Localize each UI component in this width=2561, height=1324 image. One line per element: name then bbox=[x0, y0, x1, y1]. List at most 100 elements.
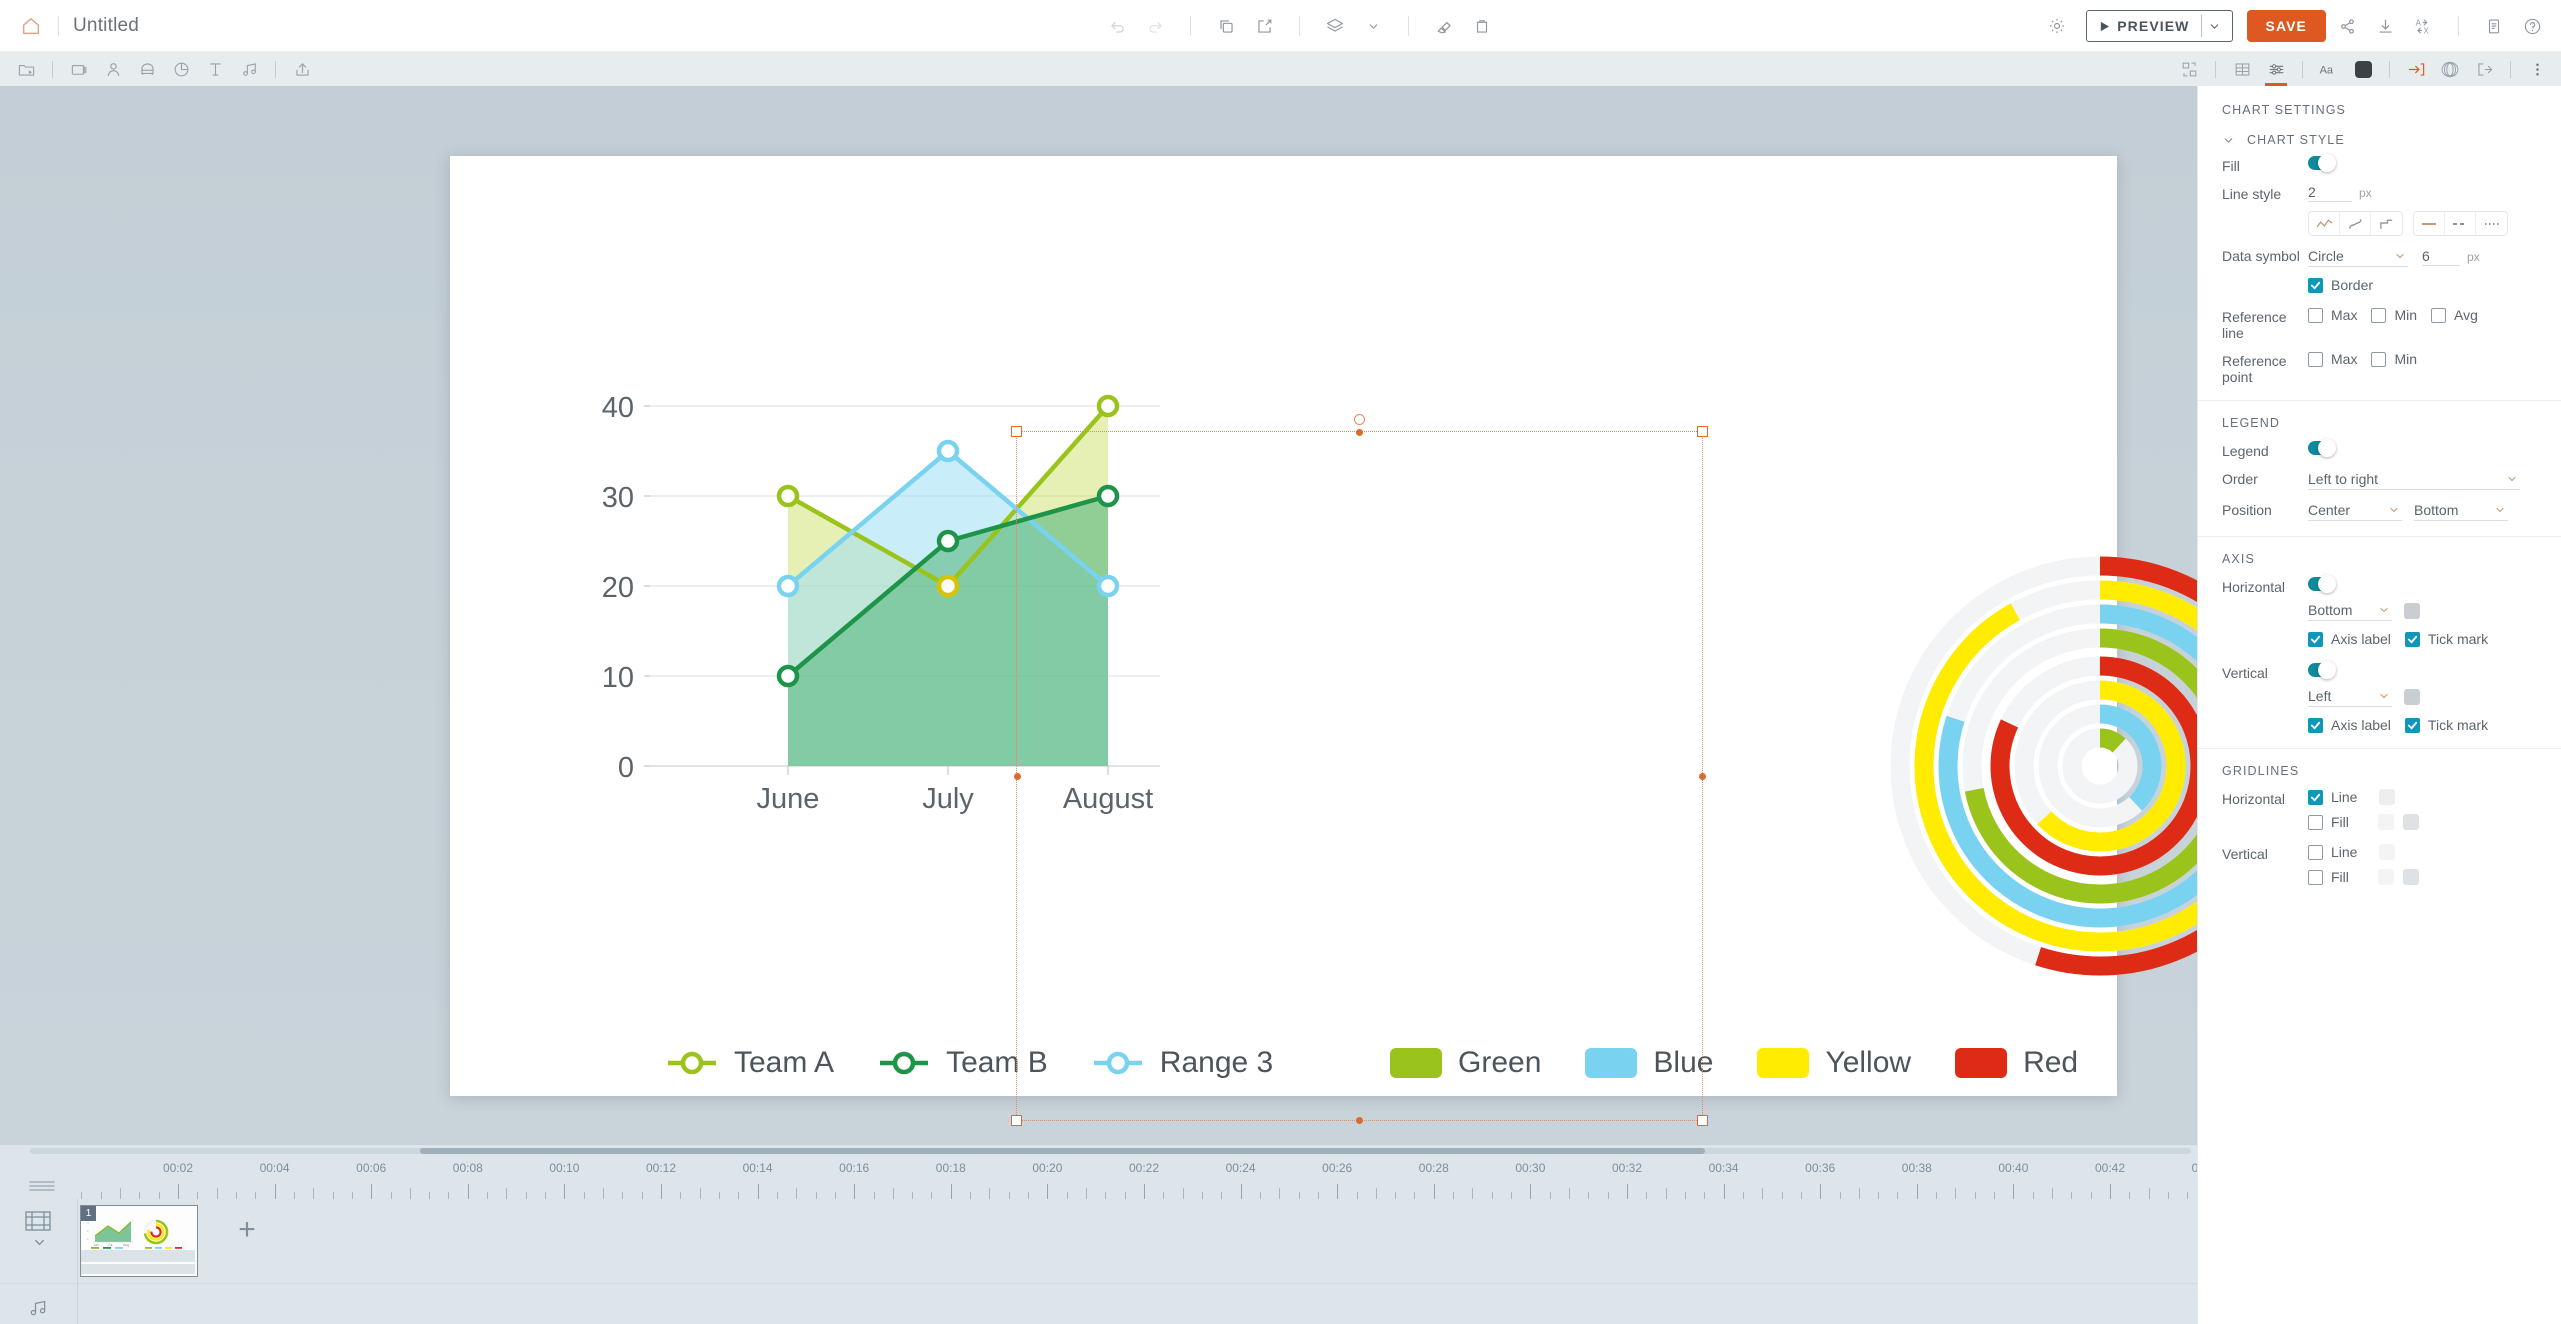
linear-line-icon[interactable] bbox=[2309, 212, 2340, 235]
preview-button[interactable]: PREVIEW bbox=[2086, 10, 2233, 42]
share-icon[interactable] bbox=[2330, 9, 2364, 43]
enter-animation-icon[interactable] bbox=[2400, 54, 2432, 84]
color-swatch-icon[interactable] bbox=[2347, 54, 2379, 84]
step-line-icon[interactable] bbox=[2371, 212, 2402, 235]
resize-handle-n[interactable] bbox=[1356, 428, 1363, 436]
dotted-line-icon[interactable] bbox=[2476, 212, 2507, 235]
axis-horizontal-position-select[interactable]: Bottom bbox=[2308, 600, 2392, 621]
reference-line-min-checkbox[interactable]: Min bbox=[2371, 307, 2417, 323]
home-icon[interactable] bbox=[18, 13, 44, 39]
document-title[interactable]: Untitled bbox=[73, 15, 139, 37]
table-icon[interactable] bbox=[2226, 54, 2258, 84]
legend-item[interactable]: Range 3 bbox=[1092, 1046, 1273, 1080]
edit-external-icon[interactable] bbox=[1247, 9, 1281, 43]
gridlines-horizontal-fill-color-swatch-1[interactable] bbox=[2377, 814, 2394, 830]
dashed-line-icon[interactable] bbox=[2445, 212, 2476, 235]
scrollbar-thumb[interactable] bbox=[420, 1148, 1705, 1154]
axis-horizontal-axis-label-checkbox[interactable]: Axis label bbox=[2308, 631, 2391, 647]
arrange-icon[interactable] bbox=[2173, 54, 2205, 84]
person-icon[interactable] bbox=[97, 54, 129, 84]
slide-canvas[interactable]: 40 30 20 10 0 June July August Team A Te… bbox=[450, 156, 2197, 1126]
resize-handle-sw[interactable] bbox=[1011, 1115, 1022, 1126]
line-width-input[interactable]: 2 bbox=[2308, 184, 2352, 202]
gridlines-vertical-line-color-swatch[interactable] bbox=[2379, 844, 2396, 860]
save-button[interactable]: SAVE bbox=[2246, 10, 2326, 42]
reference-line-max-checkbox[interactable]: Max bbox=[2308, 307, 2357, 323]
axis-vertical-toggle[interactable] bbox=[2308, 661, 2336, 679]
gridlines-horizontal-line-color-swatch[interactable] bbox=[2379, 789, 2396, 805]
reference-point-max-checkbox[interactable]: Max bbox=[2308, 351, 2357, 367]
legend-item[interactable]: Team A bbox=[666, 1046, 834, 1080]
download-icon[interactable] bbox=[2368, 9, 2402, 43]
font-icon[interactable]: Aa bbox=[2313, 54, 2345, 84]
resize-handle-s[interactable] bbox=[1356, 1116, 1363, 1124]
motion-path-icon[interactable] bbox=[2434, 54, 2466, 84]
timeline-scrollbar[interactable] bbox=[0, 1145, 2197, 1157]
settings-sliders-icon[interactable] bbox=[2260, 54, 2292, 86]
legend-item[interactable]: Red bbox=[1955, 1046, 2078, 1080]
text-icon[interactable] bbox=[199, 54, 231, 84]
radial-bar-chart[interactable] bbox=[1880, 546, 2197, 986]
chart-icon[interactable] bbox=[165, 54, 197, 84]
axis-vertical-color-swatch[interactable] bbox=[2404, 688, 2420, 705]
axis-vertical-tick-mark-checkbox[interactable]: Tick mark bbox=[2404, 717, 2488, 733]
upload-icon[interactable] bbox=[286, 54, 318, 84]
redo-icon[interactable] bbox=[1138, 9, 1172, 43]
border-checkbox[interactable]: Border bbox=[2308, 277, 2373, 293]
chevron-down-icon[interactable] bbox=[2202, 20, 2228, 33]
trash-icon[interactable] bbox=[1465, 9, 1499, 43]
layers-icon[interactable] bbox=[1318, 9, 1352, 43]
gear-icon[interactable] bbox=[2040, 9, 2074, 43]
clear-format-icon[interactable] bbox=[1427, 9, 1461, 43]
legend-position-horizontal-select[interactable]: Center bbox=[2308, 500, 2402, 521]
chevron-down-icon[interactable] bbox=[1356, 9, 1390, 43]
slide-thumbnail[interactable]: 1 420 Jun Jul Aug bbox=[80, 1205, 198, 1277]
notes-icon[interactable] bbox=[2477, 9, 2511, 43]
gridlines-vertical-fill-color-swatch-2[interactable] bbox=[2402, 869, 2419, 885]
legend-item[interactable]: Blue bbox=[1585, 1046, 1713, 1080]
media-folder-icon[interactable] bbox=[10, 54, 42, 84]
section-header-chart-style[interactable]: CHART STYLE bbox=[2198, 117, 2561, 151]
axis-horizontal-tick-mark-checkbox[interactable]: Tick mark bbox=[2404, 631, 2488, 647]
more-options-icon[interactable] bbox=[2521, 54, 2553, 84]
data-symbol-select[interactable]: Circle bbox=[2308, 246, 2408, 267]
legend-position-vertical-select[interactable]: Bottom bbox=[2414, 500, 2508, 521]
fill-toggle[interactable] bbox=[2308, 154, 2336, 172]
gridlines-vertical-fill-checkbox[interactable]: Fill bbox=[2308, 869, 2349, 885]
gridlines-horizontal-fill-checkbox[interactable]: Fill bbox=[2308, 814, 2349, 830]
reference-line-avg-checkbox[interactable]: Avg bbox=[2431, 307, 2478, 323]
smooth-curve-icon[interactable] bbox=[2340, 212, 2371, 235]
gridlines-horizontal-line-checkbox[interactable]: Line bbox=[2308, 789, 2357, 805]
resize-handle-e[interactable] bbox=[1698, 772, 1706, 780]
resize-handle-ne[interactable] bbox=[1697, 426, 1708, 437]
axis-horizontal-toggle[interactable] bbox=[2308, 575, 2336, 593]
menu-icon[interactable] bbox=[28, 1179, 58, 1198]
legend-item[interactable]: Team B bbox=[878, 1046, 1048, 1080]
add-slide-button[interactable]: + bbox=[210, 1205, 284, 1255]
axis-vertical-axis-label-checkbox[interactable]: Axis label bbox=[2308, 717, 2391, 733]
canvas-workspace[interactable]: 40 30 20 10 0 June July August Team A Te… bbox=[0, 86, 2197, 1144]
video-icon[interactable] bbox=[63, 54, 95, 84]
exit-animation-icon[interactable] bbox=[2468, 54, 2500, 84]
solid-line-icon[interactable] bbox=[2414, 212, 2445, 235]
legend-toggle[interactable] bbox=[2308, 439, 2336, 457]
help-icon[interactable] bbox=[2515, 9, 2549, 43]
music-icon[interactable] bbox=[233, 54, 265, 84]
axis-horizontal-color-swatch[interactable] bbox=[2404, 602, 2420, 619]
timeline-ruler[interactable]: 00:02 00:04 00:06 00:08 00:10 00:12 00:14 00:16… bbox=[0, 1157, 2197, 1199]
timeline-row-audio[interactable] bbox=[0, 1284, 2197, 1324]
translate-icon[interactable]: AX bbox=[2406, 9, 2440, 43]
reference-point-min-checkbox[interactable]: Min bbox=[2371, 351, 2417, 367]
gridlines-horizontal-fill-color-swatch-2[interactable] bbox=[2402, 814, 2419, 830]
line-area-chart[interactable]: 40 30 20 10 0 June July August bbox=[540, 306, 1240, 1006]
gridlines-vertical-fill-color-swatch-1[interactable] bbox=[2377, 869, 2394, 885]
timeline-row-slides[interactable] bbox=[0, 1199, 2197, 1284]
gridlines-vertical-line-checkbox[interactable]: Line bbox=[2308, 844, 2357, 860]
axis-vertical-position-select[interactable]: Left bbox=[2308, 686, 2392, 707]
data-symbol-size-input[interactable]: 6 bbox=[2422, 248, 2460, 266]
resize-handle-se[interactable] bbox=[1697, 1115, 1708, 1126]
legend-order-select[interactable]: Left to right bbox=[2308, 469, 2520, 490]
undo-icon[interactable] bbox=[1100, 9, 1134, 43]
legend-item[interactable]: Yellow bbox=[1757, 1046, 1911, 1080]
legend-item[interactable]: Green bbox=[1390, 1046, 1541, 1080]
